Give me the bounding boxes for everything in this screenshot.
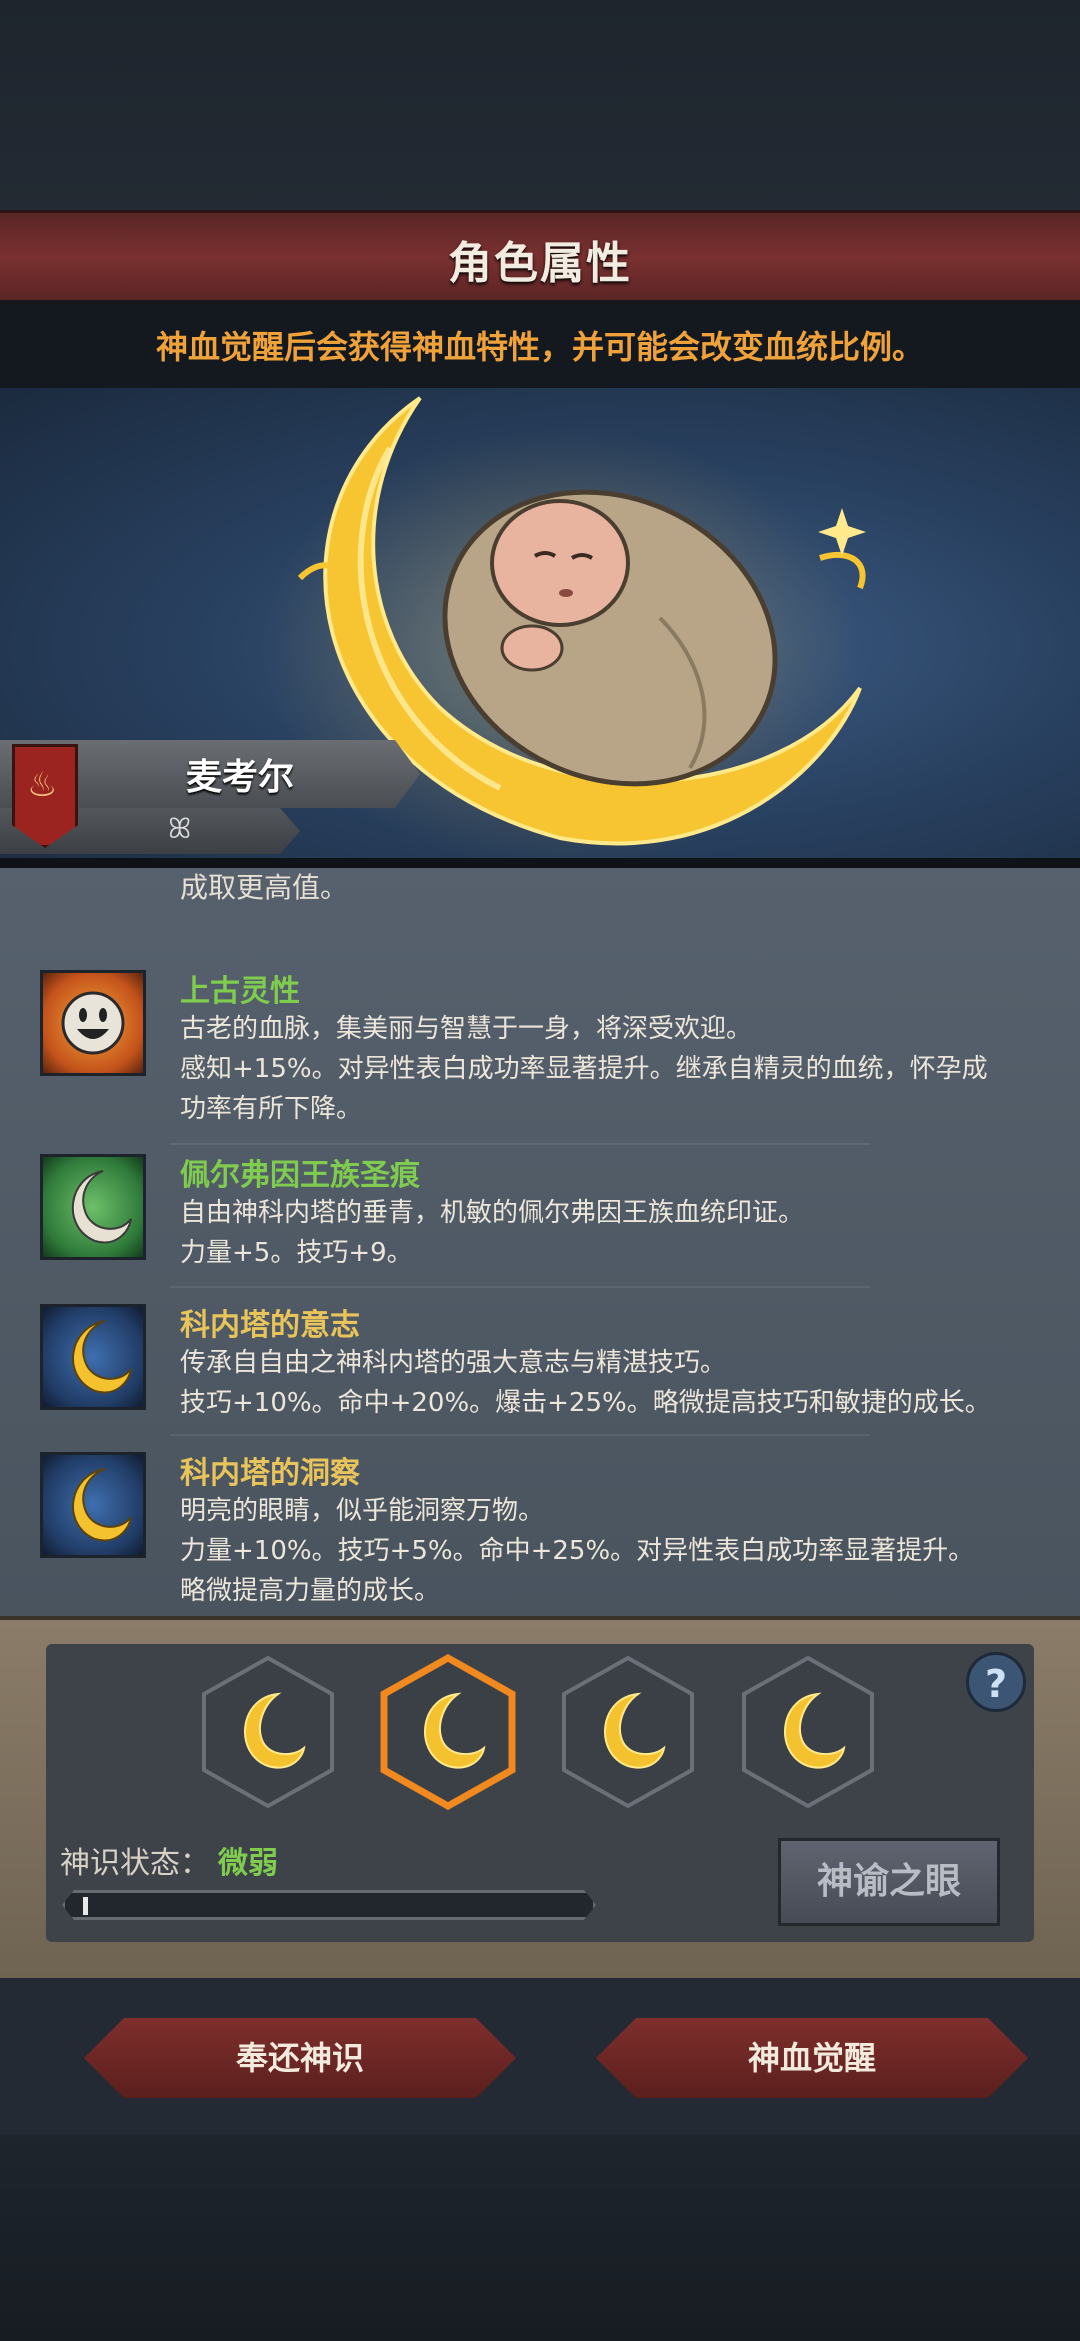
hint-text: 神血觉醒后会获得神血特性，并可能会改变血统比例。 <box>155 328 924 366</box>
bloodline-icon: ꕤ <box>168 812 192 845</box>
trait-item[interactable]: 上古灵性 古老的血脉，集美丽与智慧于一身，将深受欢迎。 感知+15%。对异性表白… <box>40 966 1040 1124</box>
trait-name: 科内塔的意志 <box>180 1308 360 1343</box>
trait-item[interactable]: 科内塔的意志 传承自自由之神科内塔的强大意志与精湛技巧。 技巧+10%。命中+2… <box>40 1300 1040 1420</box>
trait-effect: 力量+10%。技巧+5%。命中+25%。对异性表白成功率显著提升。 <box>180 1536 975 1566</box>
trait-name: 佩尔弗因王族圣痕 <box>180 1158 420 1193</box>
smiley-sun-icon <box>40 970 146 1076</box>
divider <box>170 1286 870 1288</box>
trait-description: 传承自自由之神科内塔的强大意志与精湛技巧。 <box>180 1348 727 1378</box>
status-value: 微弱 <box>218 1846 278 1881</box>
trait-name: 科内塔的洞察 <box>180 1456 360 1491</box>
crescent-slot-3[interactable] <box>558 1654 698 1810</box>
bottom-background <box>0 2134 1080 2341</box>
crescent-slot-1[interactable] <box>198 1654 338 1810</box>
white-crescent-icon <box>40 1154 146 1260</box>
trait-item[interactable]: 佩尔弗因王族圣痕 自由神科内塔的垂青，机敏的佩尔弗因王族血统印证。 力量+5。技… <box>40 1150 1040 1270</box>
trait-effect: 略微提高力量的成长。 <box>180 1576 441 1606</box>
character-name: 麦考尔 <box>186 757 295 798</box>
trait-list[interactable]: 成取更高值。 上古灵性 古老的血脉，集美丽与智慧于一身，将深受欢迎。 感知+15… <box>0 868 1080 1616</box>
status-label: 神识状态： <box>60 1846 210 1881</box>
help-button[interactable]: ? <box>966 1652 1026 1712</box>
crescent-slot-2[interactable] <box>378 1653 518 1811</box>
trait-cut-text: 成取更高值。 <box>180 871 349 904</box>
page-title: 角色属性 <box>448 238 632 289</box>
trait-effect: 感知+15%。对异性表白成功率显著提升。继承自精灵的血统，怀孕成 <box>180 1054 988 1084</box>
crescent-slot-4[interactable] <box>738 1654 878 1810</box>
return-divine-sense-button[interactable]: 奉还神识 <box>84 2018 516 2098</box>
trait-effect: 功率有所下降。 <box>180 1094 363 1124</box>
oracle-eye-button[interactable]: 神谕之眼 <box>778 1838 1000 1926</box>
divider <box>0 858 1080 868</box>
hint-bar: 神血觉醒后会获得神血特性，并可能会改变血统比例。 <box>0 300 1080 388</box>
trait-name: 上古灵性 <box>180 974 300 1009</box>
title-bar: 角色属性 <box>0 210 1080 304</box>
trait-description: 古老的血脉，集美丽与智慧于一身，将深受欢迎。 <box>180 1014 753 1044</box>
gold-crescent-icon <box>40 1452 146 1558</box>
progress-fill <box>83 1897 88 1915</box>
divine-sense-progress <box>62 1890 596 1920</box>
divider <box>170 1434 870 1436</box>
top-background <box>0 0 1080 210</box>
gold-crescent-icon <box>40 1304 146 1410</box>
trait-description: 自由神科内塔的垂青，机敏的佩尔弗因王族血统印证。 <box>180 1198 805 1228</box>
trait-effect: 力量+5。技巧+9。 <box>180 1238 413 1268</box>
trait-item[interactable]: 科内塔的洞察 明亮的眼睛，似乎能洞察万物。 力量+10%。技巧+5%。命中+25… <box>40 1448 1040 1606</box>
divine-blood-awaken-button[interactable]: 神血觉醒 <box>596 2018 1028 2098</box>
trait-effect: 技巧+10%。命中+20%。爆击+25%。略微提高技巧和敏捷的成长。 <box>180 1388 991 1418</box>
trait-description: 明亮的眼睛，似乎能洞察万物。 <box>180 1496 545 1526</box>
divider <box>170 1143 870 1145</box>
